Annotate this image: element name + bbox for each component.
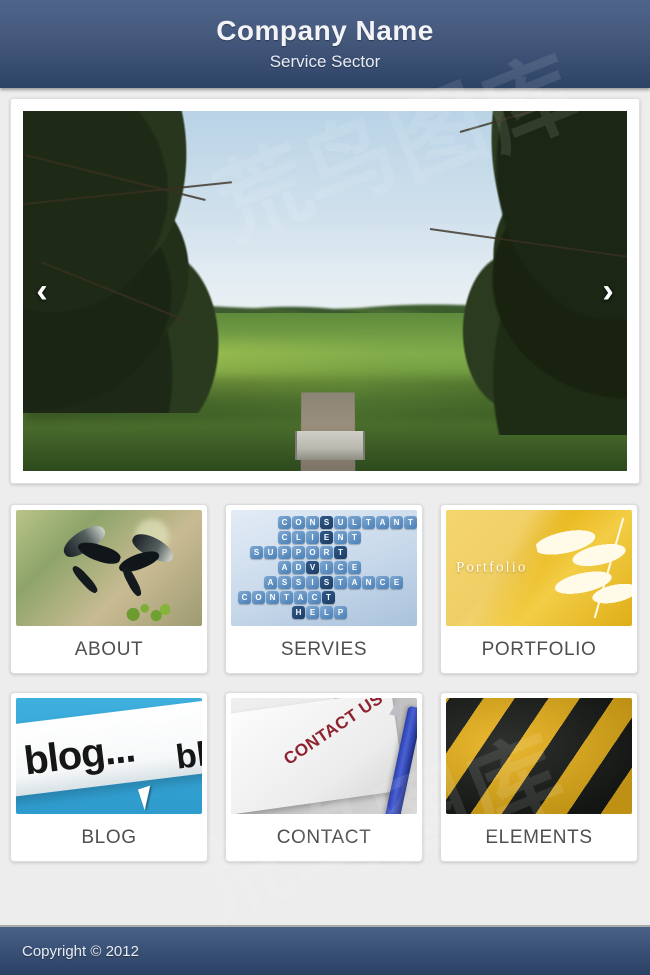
crossword-cube: A bbox=[294, 591, 307, 604]
crossword-cube: C bbox=[278, 531, 291, 544]
crossword-cube: L bbox=[348, 516, 361, 529]
crossword-cube: T bbox=[348, 531, 361, 544]
slide-right-trees bbox=[410, 111, 627, 435]
app-footer: Copyright © 2012 bbox=[0, 925, 650, 975]
crossword-cube: T bbox=[322, 591, 335, 604]
tile-thumb-portfolio: Portfolio bbox=[446, 510, 632, 626]
crossword-cube: N bbox=[390, 516, 403, 529]
crossword-cube: T bbox=[334, 546, 347, 559]
tile-label-servies: SERVIES bbox=[226, 626, 422, 673]
crossword-row: ASSISTANCE bbox=[264, 576, 403, 589]
crossword-cube: A bbox=[278, 561, 291, 574]
crossword-cube: S bbox=[320, 576, 333, 589]
crossword-cube: I bbox=[306, 576, 319, 589]
crossword-cube: O bbox=[292, 516, 305, 529]
slider-prev-icon[interactable]: ‹ bbox=[29, 274, 55, 308]
crossword-cube: E bbox=[306, 606, 319, 619]
crossword-cube: A bbox=[348, 576, 361, 589]
crossword-cube: N bbox=[306, 516, 319, 529]
crossword-cube: P bbox=[278, 546, 291, 559]
crossword-cube: I bbox=[306, 531, 319, 544]
crossword-cube: C bbox=[238, 591, 251, 604]
hero-slider: ‹ › bbox=[10, 98, 640, 484]
crossword-row: ADVICE bbox=[278, 561, 361, 574]
crossword-cube: U bbox=[264, 546, 277, 559]
crossword-cube: P bbox=[334, 606, 347, 619]
tile-portfolio[interactable]: Portfolio PORTFOLIO bbox=[440, 504, 638, 674]
crossword-cube: C bbox=[308, 591, 321, 604]
slide-bridge bbox=[295, 431, 365, 460]
crossword-cube: S bbox=[292, 576, 305, 589]
crossword-cube: E bbox=[390, 576, 403, 589]
app-header: Company Name Service Sector bbox=[0, 0, 650, 88]
page-subtitle: Service Sector bbox=[0, 48, 650, 72]
crossword-cube: D bbox=[292, 561, 305, 574]
crossword-cube: O bbox=[306, 546, 319, 559]
tile-about[interactable]: ABOUT bbox=[10, 504, 208, 674]
crossword-row: CONSULTANT bbox=[278, 516, 417, 529]
crossword-cube: V bbox=[306, 561, 319, 574]
crossword-cube: S bbox=[320, 516, 333, 529]
crossword-cube: U bbox=[334, 516, 347, 529]
crossword-cube: H bbox=[292, 606, 305, 619]
crossword-cube: C bbox=[334, 561, 347, 574]
crossword-cube: E bbox=[348, 561, 361, 574]
page-title: Company Name bbox=[0, 0, 650, 48]
tile-servies[interactable]: CONSULTANTCLIENTSUPPORTADVICEASSISTANCEC… bbox=[225, 504, 423, 674]
crossword-cube: O bbox=[252, 591, 265, 604]
portfolio-overlay-text: Portfolio bbox=[456, 560, 527, 577]
tile-blog[interactable]: blog... bl BLOG bbox=[10, 692, 208, 862]
crossword-cube: L bbox=[320, 606, 333, 619]
slide-image-golf-course bbox=[23, 111, 627, 471]
tile-elements[interactable]: ELEMENTS bbox=[440, 692, 638, 862]
mouse-cursor-icon bbox=[138, 786, 157, 811]
crossword-cube: A bbox=[376, 516, 389, 529]
slide-left-trees bbox=[23, 111, 265, 413]
crossword-cube: L bbox=[292, 531, 305, 544]
navigation-tile-grid: ABOUT CONSULTANTCLIENTSUPPORTADVICEASSIS… bbox=[10, 484, 640, 862]
blog-overlay-text-2: bl bbox=[174, 736, 202, 778]
tile-label-elements: ELEMENTS bbox=[441, 814, 637, 861]
crossword-cube: T bbox=[362, 516, 375, 529]
crossword-cube: S bbox=[250, 546, 263, 559]
crossword-row: HELP bbox=[292, 606, 347, 619]
crossword-cube: T bbox=[334, 576, 347, 589]
crossword-cube: C bbox=[376, 576, 389, 589]
tile-thumb-blog: blog... bl bbox=[16, 698, 202, 814]
tile-label-portfolio: PORTFOLIO bbox=[441, 626, 637, 673]
tile-thumb-service-crossword: CONSULTANTCLIENTSUPPORTADVICEASSISTANCEC… bbox=[231, 510, 417, 626]
crossword-cube: T bbox=[280, 591, 293, 604]
slider-next-icon[interactable]: › bbox=[595, 274, 621, 308]
main-content: ‹ › ABOUT CONSULTANTCLIENTSUPPORTADVICEA… bbox=[0, 88, 650, 862]
crossword-cube: P bbox=[292, 546, 305, 559]
tile-label-contact: CONTACT bbox=[226, 814, 422, 861]
crossword-cube: R bbox=[320, 546, 333, 559]
crossword-cube: E bbox=[320, 531, 333, 544]
copyright-text: Copyright © 2012 bbox=[22, 943, 139, 960]
crossword-cube: S bbox=[278, 576, 291, 589]
crossword-cube: C bbox=[278, 516, 291, 529]
tile-thumb-contact: CONTACT US bbox=[231, 698, 417, 814]
crossword-cube: A bbox=[264, 576, 277, 589]
crossword-cube: T bbox=[404, 516, 417, 529]
crossword-cube: N bbox=[362, 576, 375, 589]
crossword-cube: I bbox=[320, 561, 333, 574]
service-crossword: CONSULTANTCLIENTSUPPORTADVICEASSISTANCEC… bbox=[238, 516, 410, 620]
crossword-cube: N bbox=[334, 531, 347, 544]
tile-label-blog: BLOG bbox=[11, 814, 207, 861]
tile-thumb-birds bbox=[16, 510, 202, 626]
crossword-row: CONTACT bbox=[238, 591, 335, 604]
tile-thumb-hazard-stripes bbox=[446, 698, 632, 814]
tile-contact[interactable]: CONTACT US CONTACT bbox=[225, 692, 423, 862]
crossword-row: SUPPORT bbox=[250, 546, 347, 559]
crossword-row: CLIENT bbox=[278, 531, 361, 544]
tile-label-about: ABOUT bbox=[11, 626, 207, 673]
slider-stage: ‹ › bbox=[23, 111, 627, 471]
crossword-cube: N bbox=[266, 591, 279, 604]
